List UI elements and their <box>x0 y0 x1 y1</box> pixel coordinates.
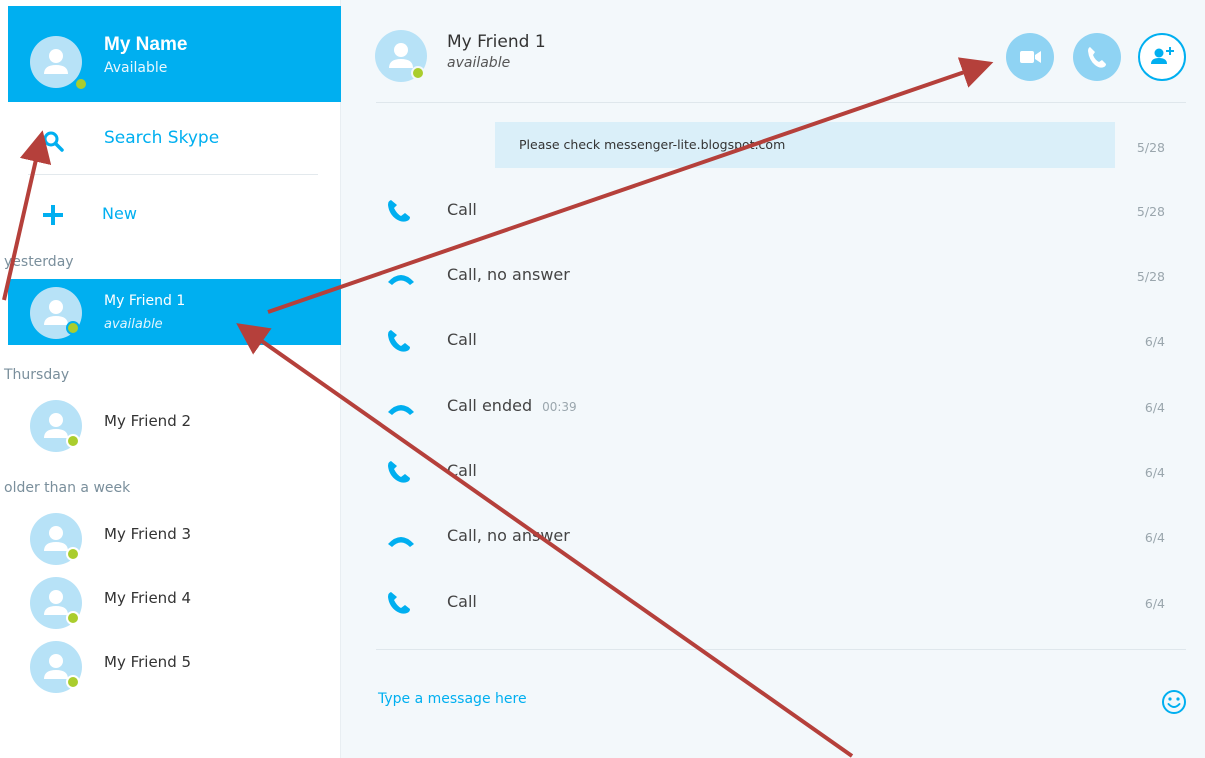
plus-icon[interactable] <box>42 204 64 226</box>
contact-my-friend-4[interactable]: My Friend 4 <box>8 569 341 635</box>
group-label-older: older than a week <box>4 480 131 496</box>
conversation-pane: My Friend 1 available <box>341 0 1205 758</box>
presence-dot <box>66 547 80 561</box>
presence-dot <box>66 675 80 689</box>
group-label-thursday: Thursday <box>4 367 70 383</box>
contact-my-friend-1[interactable]: My Friend 1 available <box>8 279 341 345</box>
message-date: 5/28 <box>1136 204 1165 219</box>
text-message[interactable]: Please check messenger-lite.blogspot.com <box>495 122 1115 168</box>
call-entry[interactable]: Call <box>447 330 477 349</box>
presence-dot <box>66 321 80 335</box>
my-status: Available <box>104 60 168 76</box>
video-call-icon <box>1020 51 1041 63</box>
call-entry[interactable]: Call, no answer <box>447 265 570 284</box>
my-name: My Name <box>104 34 188 55</box>
call-entry[interactable]: Call, no answer <box>447 526 570 545</box>
chat-status: available <box>447 55 511 71</box>
presence-dot <box>74 77 88 91</box>
group-label-yesterday: yesterday <box>4 254 74 270</box>
presence-dot <box>66 434 80 448</box>
call-entry[interactable]: Call ended 00:39 <box>447 396 577 415</box>
call-label: Call <box>447 461 477 480</box>
message-date: 6/4 <box>1144 530 1165 545</box>
message-input[interactable]: Type a message here <box>378 691 1078 711</box>
contact-my-friend-3[interactable]: My Friend 3 <box>8 505 341 571</box>
hangup-icon <box>388 405 414 415</box>
call-entry[interactable]: Call <box>447 592 477 611</box>
presence-dot <box>411 66 425 80</box>
hangup-icon <box>388 275 414 285</box>
phone-icon <box>388 200 410 222</box>
contact-name: My Friend 3 <box>104 525 192 543</box>
new-button[interactable]: New <box>102 204 137 223</box>
message-date: 5/28 <box>1136 269 1165 284</box>
add-participant-icon <box>1151 47 1174 64</box>
contact-my-friend-2[interactable]: My Friend 2 <box>8 392 341 458</box>
message-date: 6/4 <box>1144 596 1165 611</box>
emoticon-icon[interactable] <box>1160 688 1188 716</box>
phone-icon <box>388 592 410 614</box>
message-date: 6/4 <box>1144 465 1165 480</box>
call-entry[interactable]: Call <box>447 200 477 219</box>
contact-my-friend-5[interactable]: My Friend 5 <box>8 633 341 699</box>
my-profile[interactable]: My Name Available <box>8 6 341 102</box>
message-text: Please check messenger-lite.blogspot.com <box>519 137 786 152</box>
call-entry[interactable]: Call <box>447 461 477 480</box>
video-call-button[interactable] <box>1006 33 1054 81</box>
contact-status: available <box>104 317 163 332</box>
phone-icon <box>388 330 410 352</box>
call-label: Call ended <box>447 396 533 415</box>
audio-call-button[interactable] <box>1073 33 1121 81</box>
call-label: Call <box>447 592 477 611</box>
message-date: 5/28 <box>1136 140 1165 155</box>
phone-icon <box>388 461 410 483</box>
search-skype-label: Search Skype <box>104 128 220 148</box>
sidebar: My Name Available Search Skype New yeste… <box>0 0 341 758</box>
call-label: Call, no answer <box>447 265 570 284</box>
contact-name: My Friend 1 <box>104 293 186 309</box>
add-participant-button[interactable] <box>1138 33 1186 81</box>
presence-dot <box>66 611 80 625</box>
call-duration: 00:39 <box>542 400 577 414</box>
header-divider <box>376 102 1186 103</box>
audio-call-icon <box>1088 47 1106 68</box>
call-label: Call <box>447 200 477 219</box>
message-date: 6/4 <box>1144 334 1165 349</box>
composer-divider <box>376 649 1186 650</box>
search-icon <box>43 131 64 152</box>
contact-name: My Friend 2 <box>104 412 192 430</box>
call-label: Call, no answer <box>447 526 570 545</box>
hangup-icon <box>388 537 414 547</box>
message-date: 6/4 <box>1144 400 1165 415</box>
contact-name: My Friend 4 <box>104 589 192 607</box>
call-label: Call <box>447 330 477 349</box>
divider <box>28 174 318 175</box>
contact-name: My Friend 5 <box>104 653 192 671</box>
chat-title: My Friend 1 <box>447 32 546 52</box>
